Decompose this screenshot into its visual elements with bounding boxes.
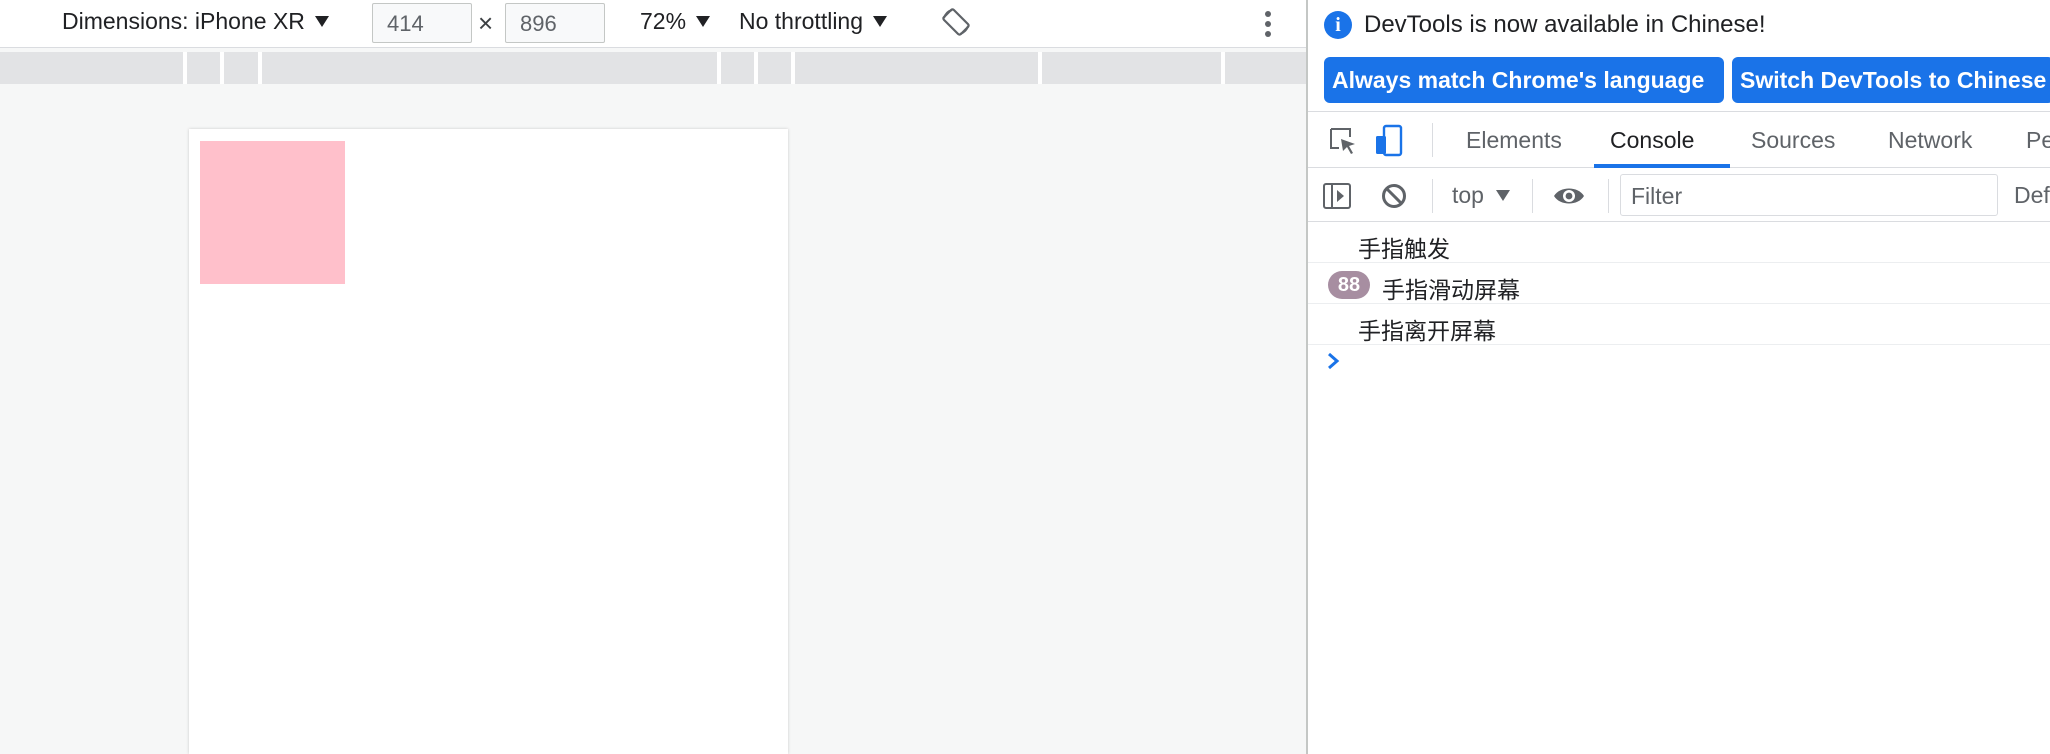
active-tab-indicator bbox=[1594, 164, 1730, 168]
filter-input[interactable]: Filter bbox=[1620, 174, 1998, 216]
media-query-segment[interactable] bbox=[721, 52, 754, 84]
device-dimensions-dropdown[interactable]: Dimensions: iPhone XR bbox=[62, 8, 329, 35]
tab-console[interactable]: Console bbox=[1610, 112, 1694, 168]
width-input[interactable]: 414 bbox=[372, 3, 472, 43]
device-dimensions-label: Dimensions: iPhone XR bbox=[62, 8, 305, 34]
always-match-language-button[interactable]: Always match Chrome's language bbox=[1324, 57, 1724, 103]
switch-to-chinese-button[interactable]: Switch DevTools to Chinese bbox=[1732, 57, 2050, 103]
dropdown-arrow-icon bbox=[314, 16, 329, 27]
dropdown-arrow-icon bbox=[696, 16, 711, 27]
media-query-segment[interactable] bbox=[758, 52, 791, 84]
device-emulation-pane: Dimensions: iPhone XR 414 × 896 72% No t… bbox=[0, 0, 1306, 754]
toolbar-separator bbox=[1432, 179, 1433, 213]
devtools-panel: i DevTools is now available in Chinese! … bbox=[1306, 0, 2050, 754]
devtools-window: Dimensions: iPhone XR 414 × 896 72% No t… bbox=[0, 0, 2050, 754]
height-input[interactable]: 896 bbox=[505, 3, 605, 43]
dropdown-arrow-icon bbox=[1495, 190, 1510, 201]
device-toolbar: Dimensions: iPhone XR 414 × 896 72% No t… bbox=[0, 0, 1306, 48]
media-query-segment[interactable] bbox=[187, 52, 220, 84]
dimension-separator: × bbox=[478, 8, 494, 38]
repeat-count-badge: 88 bbox=[1328, 271, 1370, 299]
console-message-text: 手指触发 bbox=[1358, 237, 1450, 263]
live-expression-eye-icon[interactable] bbox=[1552, 183, 1586, 209]
inspect-element-icon[interactable] bbox=[1328, 126, 1358, 156]
console-prompt-chevron-icon[interactable] bbox=[1322, 350, 1344, 372]
pink-touch-box[interactable] bbox=[200, 141, 345, 284]
dropdown-arrow-icon bbox=[873, 16, 888, 27]
infobar-message-row: i DevTools is now available in Chinese! bbox=[1324, 11, 1766, 39]
toolbar-separator bbox=[1432, 123, 1433, 157]
media-query-segment[interactable] bbox=[795, 52, 1038, 84]
context-selector[interactable]: top bbox=[1452, 182, 1510, 209]
rotate-icon[interactable] bbox=[940, 6, 972, 38]
more-vert-icon[interactable] bbox=[1258, 8, 1278, 40]
tab-performance[interactable]: Pe bbox=[2026, 112, 2050, 168]
media-query-segment[interactable] bbox=[1042, 52, 1221, 84]
throttling-label: No throttling bbox=[739, 8, 864, 34]
device-toggle-icon[interactable] bbox=[1374, 124, 1404, 158]
infobar-message: DevTools is now available in Chinese! bbox=[1364, 11, 1766, 38]
media-query-bar[interactable] bbox=[0, 52, 1306, 84]
emulated-viewport[interactable] bbox=[189, 129, 788, 754]
console-toolbar: top Filter Def bbox=[1308, 170, 2050, 222]
console-message: 手指触发 bbox=[1308, 223, 2050, 263]
clear-console-icon[interactable] bbox=[1380, 182, 1408, 210]
console-message-text: 手指滑动屏幕 bbox=[1382, 278, 1520, 304]
zoom-dropdown[interactable]: 72% bbox=[640, 8, 711, 35]
language-infobar: i DevTools is now available in Chinese! … bbox=[1308, 0, 2050, 112]
console-message: 88 手指滑动屏幕 bbox=[1308, 264, 2050, 304]
tab-sources[interactable]: Sources bbox=[1751, 112, 1835, 168]
sidebar-toggle-icon[interactable] bbox=[1322, 181, 1352, 211]
tab-network[interactable]: Network bbox=[1888, 112, 1972, 168]
throttling-dropdown[interactable]: No throttling bbox=[739, 8, 888, 35]
media-query-segment[interactable] bbox=[224, 52, 258, 84]
media-query-segment[interactable] bbox=[262, 52, 717, 84]
console-message-text: 手指离开屏幕 bbox=[1358, 319, 1496, 345]
info-icon: i bbox=[1324, 11, 1352, 39]
toolbar-separator bbox=[1532, 179, 1533, 213]
devtools-tabbar: Elements Console Sources Network Pe bbox=[1308, 112, 2050, 168]
media-query-segment[interactable] bbox=[0, 52, 183, 84]
context-label: top bbox=[1452, 182, 1484, 208]
tab-elements[interactable]: Elements bbox=[1466, 112, 1562, 168]
media-query-segment[interactable] bbox=[1225, 52, 1306, 84]
console-message: 手指离开屏幕 bbox=[1308, 305, 2050, 345]
zoom-label: 72% bbox=[640, 8, 687, 34]
toolbar-separator bbox=[1608, 179, 1609, 213]
log-levels-dropdown[interactable]: Def bbox=[2014, 182, 2050, 209]
